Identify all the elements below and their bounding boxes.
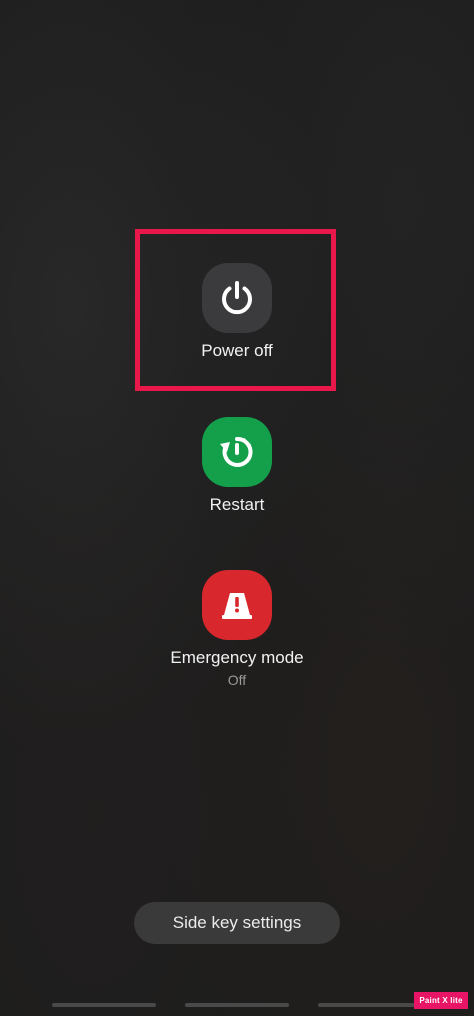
restart-label: Restart (209, 495, 265, 514)
restart-action[interactable]: Restart (0, 417, 474, 515)
power-off-label: Power off (201, 341, 273, 360)
side-key-settings-button[interactable]: Side key settings (134, 902, 340, 944)
power-off-action[interactable]: Power off (0, 263, 474, 361)
nav-home-indicator[interactable] (185, 1003, 289, 1007)
restart-icon (220, 436, 253, 467)
power-icon (222, 281, 252, 315)
restart-button[interactable] (202, 417, 272, 487)
power-menu-screen: Power off Restart Emergency mode Off Sid… (0, 0, 474, 1016)
emergency-siren-icon (222, 593, 252, 619)
watermark-logo: Paint X lite (414, 992, 468, 1009)
emergency-mode-button[interactable] (202, 570, 272, 640)
navigation-bar (0, 1003, 474, 1009)
nav-recents-indicator[interactable] (52, 1003, 156, 1007)
nav-back-indicator[interactable] (318, 1003, 422, 1007)
power-off-button[interactable] (202, 263, 272, 333)
emergency-mode-action[interactable]: Emergency mode Off (0, 570, 474, 689)
emergency-mode-label: Emergency mode (170, 648, 304, 667)
emergency-mode-status: Off (227, 672, 247, 688)
